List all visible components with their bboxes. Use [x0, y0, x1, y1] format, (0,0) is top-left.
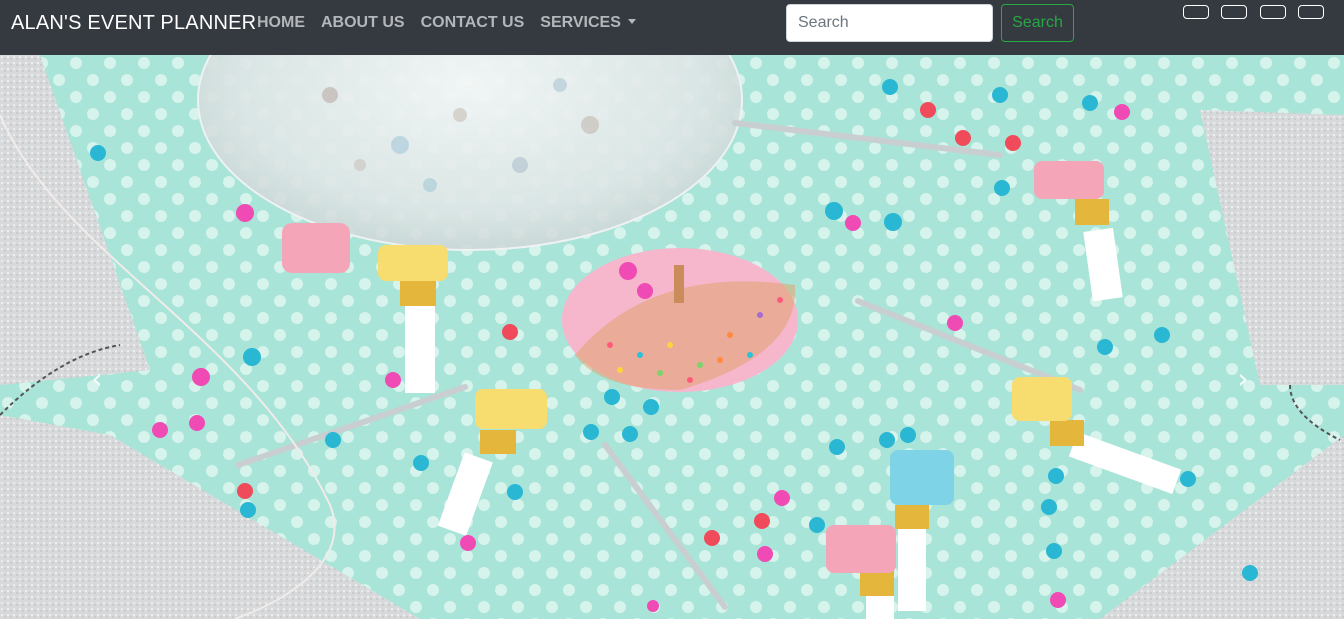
brand-logo-text[interactable]: ALAN'S EVENT PLANNER — [11, 12, 256, 35]
search-button[interactable]: Search — [1001, 4, 1074, 42]
carousel-slide-image — [0, 55, 1344, 619]
social-icon-2[interactable] — [1221, 5, 1247, 19]
social-icon-4[interactable] — [1298, 5, 1324, 19]
carousel-next-icon[interactable]: › — [1228, 362, 1258, 395]
social-icon-1[interactable] — [1183, 5, 1209, 19]
nav-services-dropdown[interactable]: SERVICES — [540, 14, 636, 32]
nav-home[interactable]: HOME — [257, 14, 305, 32]
search-input[interactable] — [786, 4, 993, 42]
social-icon-3[interactable] — [1260, 5, 1286, 19]
navbar: ALAN'S EVENT PLANNER HOME ABOUT US CONTA… — [0, 0, 1344, 55]
nav-contact-us[interactable]: CONTACT US — [421, 14, 525, 32]
nav-links: HOME ABOUT US CONTACT US SERVICES — [257, 14, 636, 32]
carousel: ‹ › — [0, 55, 1344, 619]
nav-services-label: SERVICES — [540, 14, 621, 31]
chevron-down-icon — [627, 19, 636, 24]
nav-about-us[interactable]: ABOUT US — [321, 14, 405, 32]
carousel-prev-icon[interactable]: ‹ — [82, 362, 112, 395]
